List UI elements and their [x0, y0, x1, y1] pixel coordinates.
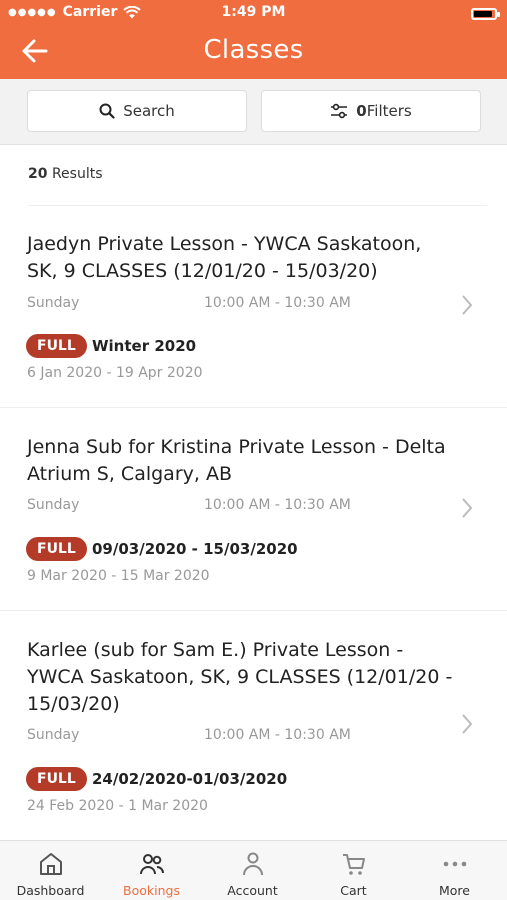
class-dates: 9 Mar 2020 - 15 Mar 2020	[27, 568, 210, 584]
tab-label: Bookings	[123, 883, 180, 898]
search-button[interactable]: Search	[27, 90, 247, 132]
search-filter-toolbar: Search 0Filters	[0, 79, 507, 145]
status-badge: FULL	[26, 537, 87, 561]
more-dots-icon	[443, 861, 466, 867]
class-time: 10:00 AM - 10:30 AM	[204, 497, 351, 513]
filters-count: 0	[356, 102, 367, 120]
class-title: Jenna Sub for Kristina Private Lesson - …	[27, 436, 446, 485]
class-day: Sunday	[27, 497, 80, 513]
class-session: 24/02/2020-01/03/2020	[92, 770, 288, 788]
status-badge: FULL	[26, 767, 87, 791]
status-badge: FULL	[26, 334, 87, 358]
filters-label: Filters	[366, 102, 412, 120]
class-card[interactable]: Karlee (sub for Sam E.) Private Lesson -…	[0, 611, 507, 840]
tab-more[interactable]: More	[404, 841, 505, 900]
sliders-icon	[331, 103, 348, 119]
tab-dashboard[interactable]: Dashboard	[0, 841, 101, 900]
results-summary: 20 Results	[28, 166, 103, 182]
class-dates: 24 Feb 2020 - 1 Mar 2020	[27, 798, 208, 814]
class-dates: 6 Jan 2020 - 19 Apr 2020	[27, 365, 203, 381]
tab-label: Cart	[340, 883, 367, 898]
class-card[interactable]: Jenna Sub for Kristina Private Lesson - …	[0, 408, 507, 611]
cart-icon	[342, 854, 365, 875]
results-count: 20	[28, 166, 48, 182]
search-icon	[99, 103, 115, 119]
page-title: Classes	[203, 35, 304, 65]
person-icon	[242, 852, 263, 876]
class-title: Jaedyn Private Lesson - YWCA Saskatoon, …	[27, 233, 422, 282]
chevron-right-icon	[462, 714, 473, 734]
tab-label: Dashboard	[16, 883, 85, 898]
tab-label: More	[439, 883, 470, 898]
tab-cart[interactable]: Cart	[303, 841, 404, 900]
class-day: Sunday	[27, 727, 80, 743]
house-icon	[39, 853, 62, 875]
class-time: 10:00 AM - 10:30 AM	[204, 727, 351, 743]
battery-fill	[474, 11, 492, 17]
class-session: Winter 2020	[92, 337, 197, 355]
search-button-label: Search	[123, 102, 175, 120]
bottom-tab-bar: Dashboard Bookings Account Cart More	[0, 840, 507, 900]
class-day: Sunday	[27, 295, 80, 311]
chevron-right-icon	[462, 295, 473, 315]
class-time: 10:00 AM - 10:30 AM	[204, 295, 351, 311]
app-header: ●●●●● Carrier 1:49 PM Classes	[0, 0, 507, 79]
people-icon	[139, 854, 164, 875]
results-label: Results	[51, 166, 103, 182]
class-session: 09/03/2020 - 15/03/2020	[92, 540, 298, 558]
filters-button[interactable]: 0Filters	[261, 90, 481, 132]
chevron-right-icon	[462, 498, 473, 518]
class-card[interactable]: Jaedyn Private Lesson - YWCA Saskatoon, …	[0, 206, 507, 408]
battery-icon	[471, 8, 500, 20]
class-title: Karlee (sub for Sam E.) Private Lesson -…	[27, 639, 453, 715]
tab-account[interactable]: Account	[202, 841, 303, 900]
tab-bookings[interactable]: Bookings	[101, 841, 202, 900]
filters-label-group: 0Filters	[356, 102, 411, 120]
status-bar: ●●●●● Carrier 1:49 PM	[0, 0, 507, 27]
status-time: 1:49 PM	[221, 4, 286, 20]
tab-label: Account	[227, 883, 278, 898]
